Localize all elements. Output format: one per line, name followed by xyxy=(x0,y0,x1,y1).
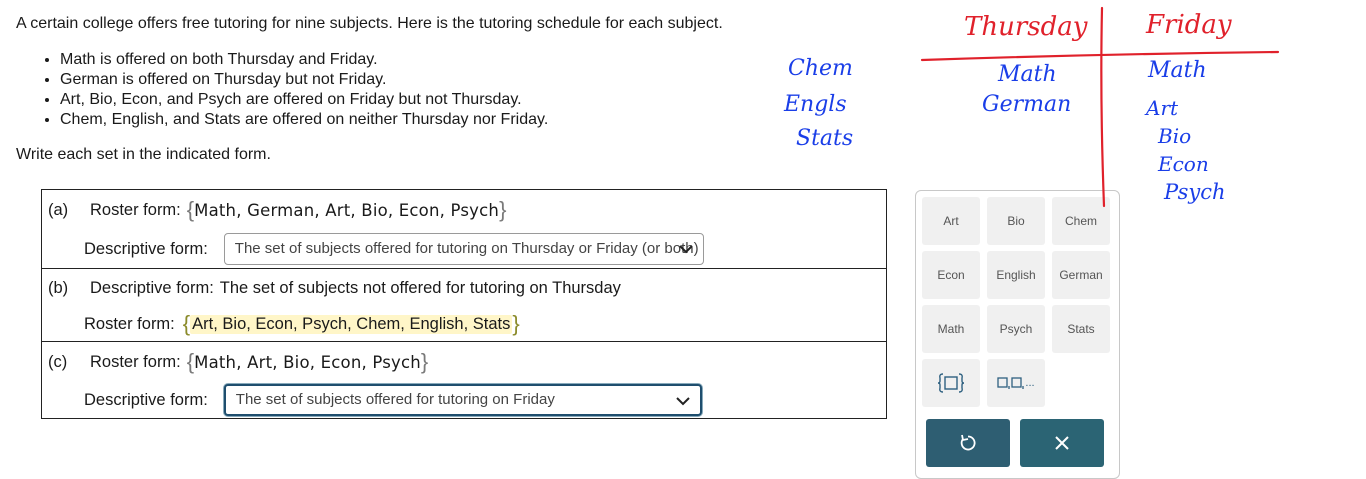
clear-button[interactable] xyxy=(1020,419,1104,467)
annotation-thursday: Thursday xyxy=(964,12,1088,42)
part-a-tag: (a) xyxy=(48,200,69,219)
annotation-friday-item: Art xyxy=(1146,96,1179,120)
undo-button[interactable] xyxy=(926,419,1010,467)
part-c-roster-label: Roster form: xyxy=(90,352,181,371)
close-brace: } xyxy=(420,349,429,374)
chevron-down-icon xyxy=(679,245,693,254)
list-item: German is offered on Thursday but not Fr… xyxy=(60,70,548,90)
ink-table-horizontal xyxy=(920,50,1280,62)
answer-table: (a) Roster form: { Math, German, Art, Bi… xyxy=(41,189,887,419)
part-a-descriptive-label: Descriptive form: xyxy=(84,239,208,258)
part-c-descriptive-label: Descriptive form: xyxy=(84,390,208,409)
part-a-roster-label: Roster form: xyxy=(90,200,181,219)
problem-intro: A certain college offers free tutoring f… xyxy=(16,15,723,32)
key-german[interactable]: German xyxy=(1052,251,1110,299)
open-brace: { xyxy=(186,197,195,222)
key-stats[interactable]: Stats xyxy=(1052,305,1110,353)
list-template-suffix: ... xyxy=(1025,377,1035,389)
annotation-friday-item: Bio xyxy=(1158,124,1192,148)
set-braces-button[interactable] xyxy=(922,359,980,407)
open-brace: { xyxy=(182,311,191,336)
part-a: (a) Roster form: { Math, German, Art, Bi… xyxy=(41,189,887,269)
close-brace: } xyxy=(512,311,520,336)
annotation-neither-item: Stats xyxy=(796,126,854,151)
part-b-tag: (b) xyxy=(48,278,69,297)
open-brace: { xyxy=(186,349,195,374)
close-brace: } xyxy=(499,197,507,222)
schedule-list: Math is offered on both Thursday and Fri… xyxy=(18,50,548,130)
list-item: Art, Bio, Econ, and Psych are offered on… xyxy=(60,90,548,110)
list-item: Chem, English, and Stats are offered on … xyxy=(60,110,548,130)
part-b: (b) Descriptive form: The set of subject… xyxy=(41,268,887,342)
annotation-friday-item: Psych xyxy=(1164,180,1226,204)
annotation-thursday-item: German xyxy=(982,92,1072,117)
key-bio[interactable]: Bio xyxy=(987,197,1045,245)
annotation-friday-item: Econ xyxy=(1158,152,1209,176)
part-b-descriptive-label: Descriptive form: xyxy=(90,278,214,297)
part-b-roster-label: Roster form: xyxy=(84,314,175,333)
selected-value: The set of subjects offered for tutoring… xyxy=(234,240,699,257)
key-econ[interactable]: Econ xyxy=(922,251,980,299)
part-b-descriptive-text: The set of subjects not offered for tuto… xyxy=(219,278,621,297)
part-a-roster-value: Math, German, Art, Bio, Econ, Psych xyxy=(194,200,500,220)
key-english[interactable]: English xyxy=(987,251,1045,299)
part-c-tag: (c) xyxy=(48,352,68,371)
annotation-thursday-item: Math xyxy=(998,62,1057,87)
key-art[interactable]: Art xyxy=(922,197,980,245)
key-math[interactable]: Math xyxy=(922,305,980,353)
part-c-roster-value: Math, Art, Bio, Econ, Psych xyxy=(194,352,421,372)
part-a-descriptive-select[interactable]: The set of subjects offered for tutoring… xyxy=(223,233,704,265)
ink-table-vertical xyxy=(1100,6,1106,208)
part-c-descriptive-select[interactable]: The set of subjects offered for tutoring… xyxy=(223,384,702,416)
list-template-icon xyxy=(997,377,1025,389)
set-braces-icon xyxy=(937,373,965,393)
instruction-text: Write each set in the indicated form. xyxy=(16,146,271,163)
key-chem[interactable]: Chem xyxy=(1052,197,1110,245)
annotation-neither-item: Engls xyxy=(784,92,847,117)
list-template-button[interactable]: ... xyxy=(987,359,1045,407)
annotation-friday: Friday xyxy=(1146,10,1232,40)
answer-keypad: Art Bio Chem Econ English German Math Ps… xyxy=(915,190,1120,479)
list-item: Math is offered on both Thursday and Fri… xyxy=(60,50,548,70)
annotation-friday-item: Math xyxy=(1148,58,1207,83)
part-b-roster-input[interactable]: Art, Bio, Econ, Psych, Chem, English, St… xyxy=(190,314,513,334)
part-c: (c) Roster form: { Math, Art, Bio, Econ,… xyxy=(41,341,887,419)
undo-icon xyxy=(960,434,976,451)
chevron-down-icon xyxy=(676,397,690,406)
key-psych[interactable]: Psych xyxy=(987,305,1045,353)
close-icon xyxy=(1055,436,1069,450)
selected-value: The set of subjects offered for tutoring… xyxy=(235,391,555,408)
annotation-neither-item: Chem xyxy=(788,56,853,81)
